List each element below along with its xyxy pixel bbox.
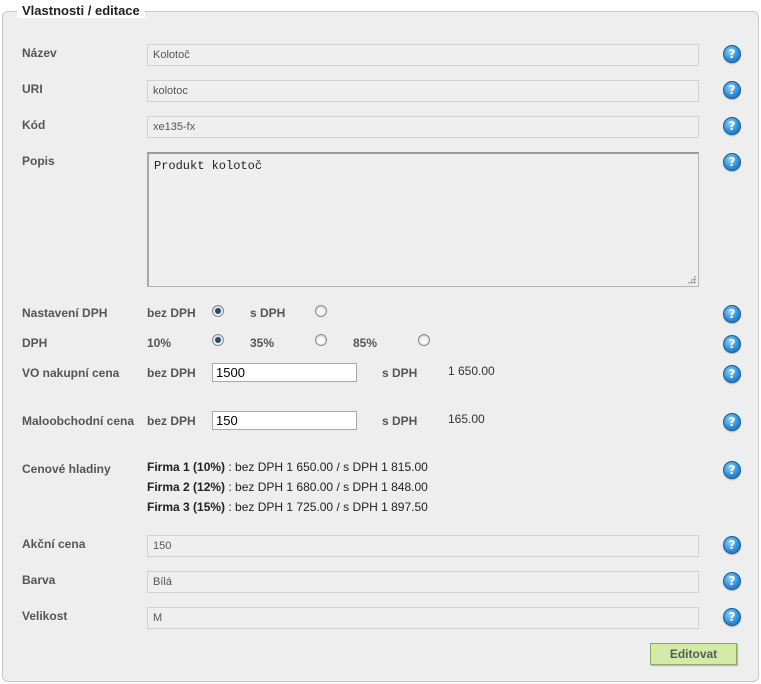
wholesale-gross-label: s DPH <box>382 366 418 380</box>
help-icon[interactable]: ? <box>723 536 741 554</box>
size-field[interactable]: M <box>147 607 699 629</box>
price-level-row: Firma 1 (10%) : bez DPH 1 650.00 / s DPH… <box>147 460 428 474</box>
price-level-values: : bez DPH 1 725.00 / s DPH 1 897.50 <box>228 500 428 514</box>
description-label: Popis <box>22 154 55 168</box>
wholesale-net-label: bez DPH <box>147 366 196 380</box>
vat-rate-option-label: 85% <box>353 336 378 350</box>
price-level-values: : bez DPH 1 680.00 / s DPH 1 848.00 <box>228 480 428 494</box>
code-field[interactable]: xe135-fx <box>147 116 699 138</box>
edit-button[interactable]: Editovat <box>650 643 737 665</box>
price-levels-label: Cenové hladiny <box>22 462 111 476</box>
vat-rate-option-label: 35% <box>250 336 275 350</box>
vat-rate-85-radio[interactable] <box>418 334 430 346</box>
vat-setting-gross-radio[interactable] <box>315 305 327 317</box>
retail-gross-value: 165.00 <box>448 412 485 426</box>
name-label: Název <box>22 46 57 60</box>
help-icon[interactable]: ? <box>723 335 741 353</box>
price-level-name: Firma 1 (10%) <box>147 460 226 474</box>
name-field[interactable]: Kolotoč <box>147 44 699 66</box>
panel-title: Vlastnosti / editace <box>17 3 145 18</box>
help-icon[interactable]: ? <box>723 45 741 63</box>
vat-rate-option-label: 10% <box>147 336 172 350</box>
help-icon[interactable]: ? <box>723 117 741 135</box>
price-level-row: Firma 2 (12%) : bez DPH 1 680.00 / s DPH… <box>147 480 428 494</box>
vat-rate-10-radio[interactable] <box>212 334 224 346</box>
price-level-name: Firma 2 (12%) <box>147 480 226 494</box>
help-icon[interactable]: ? <box>723 153 741 171</box>
price-level-values: : bez DPH 1 650.00 / s DPH 1 815.00 <box>228 460 428 474</box>
vat-setting-option-label: s DPH <box>250 306 286 320</box>
uri-label: URI <box>22 82 43 96</box>
color-label: Barva <box>22 573 56 587</box>
help-icon[interactable]: ? <box>723 305 741 323</box>
sale-price-field[interactable]: 150 <box>147 535 699 557</box>
help-icon[interactable]: ? <box>723 572 741 590</box>
vat-setting-option-label: bez DPH <box>147 306 196 320</box>
sale-price-label: Akční cena <box>22 537 86 551</box>
vat-rate-35-radio[interactable] <box>315 334 327 346</box>
help-icon[interactable]: ? <box>723 413 741 431</box>
uri-field[interactable]: kolotoc <box>147 80 699 102</box>
description-textarea[interactable]: Produkt kolotoč <box>147 152 699 287</box>
retail-net-label: bez DPH <box>147 414 196 428</box>
size-label: Velikost <box>22 609 68 623</box>
resize-handle[interactable] <box>687 275 696 284</box>
wholesale-price-label: VO nakupní cena <box>22 366 120 380</box>
wholesale-gross-value: 1 650.00 <box>448 364 495 378</box>
help-icon[interactable]: ? <box>723 81 741 99</box>
retail-price-label: Maloobchodní cena <box>22 414 135 428</box>
vat-setting-label: Nastavení DPH <box>22 306 108 320</box>
wholesale-net-input[interactable] <box>212 363 357 382</box>
price-level-name: Firma 3 (15%) <box>147 500 226 514</box>
description-text: Produkt kolotoč <box>154 159 263 173</box>
vat-rate-label: DPH <box>22 336 48 350</box>
help-icon[interactable]: ? <box>723 608 741 626</box>
color-field[interactable]: Bílá <box>147 571 699 593</box>
help-icon[interactable]: ? <box>723 461 741 479</box>
help-icon[interactable]: ? <box>723 365 741 383</box>
vat-setting-net-radio[interactable] <box>212 305 224 317</box>
retail-gross-label: s DPH <box>382 414 418 428</box>
retail-net-input[interactable] <box>212 411 357 430</box>
code-label: Kód <box>22 118 46 132</box>
price-level-row: Firma 3 (15%) : bez DPH 1 725.00 / s DPH… <box>147 500 428 514</box>
